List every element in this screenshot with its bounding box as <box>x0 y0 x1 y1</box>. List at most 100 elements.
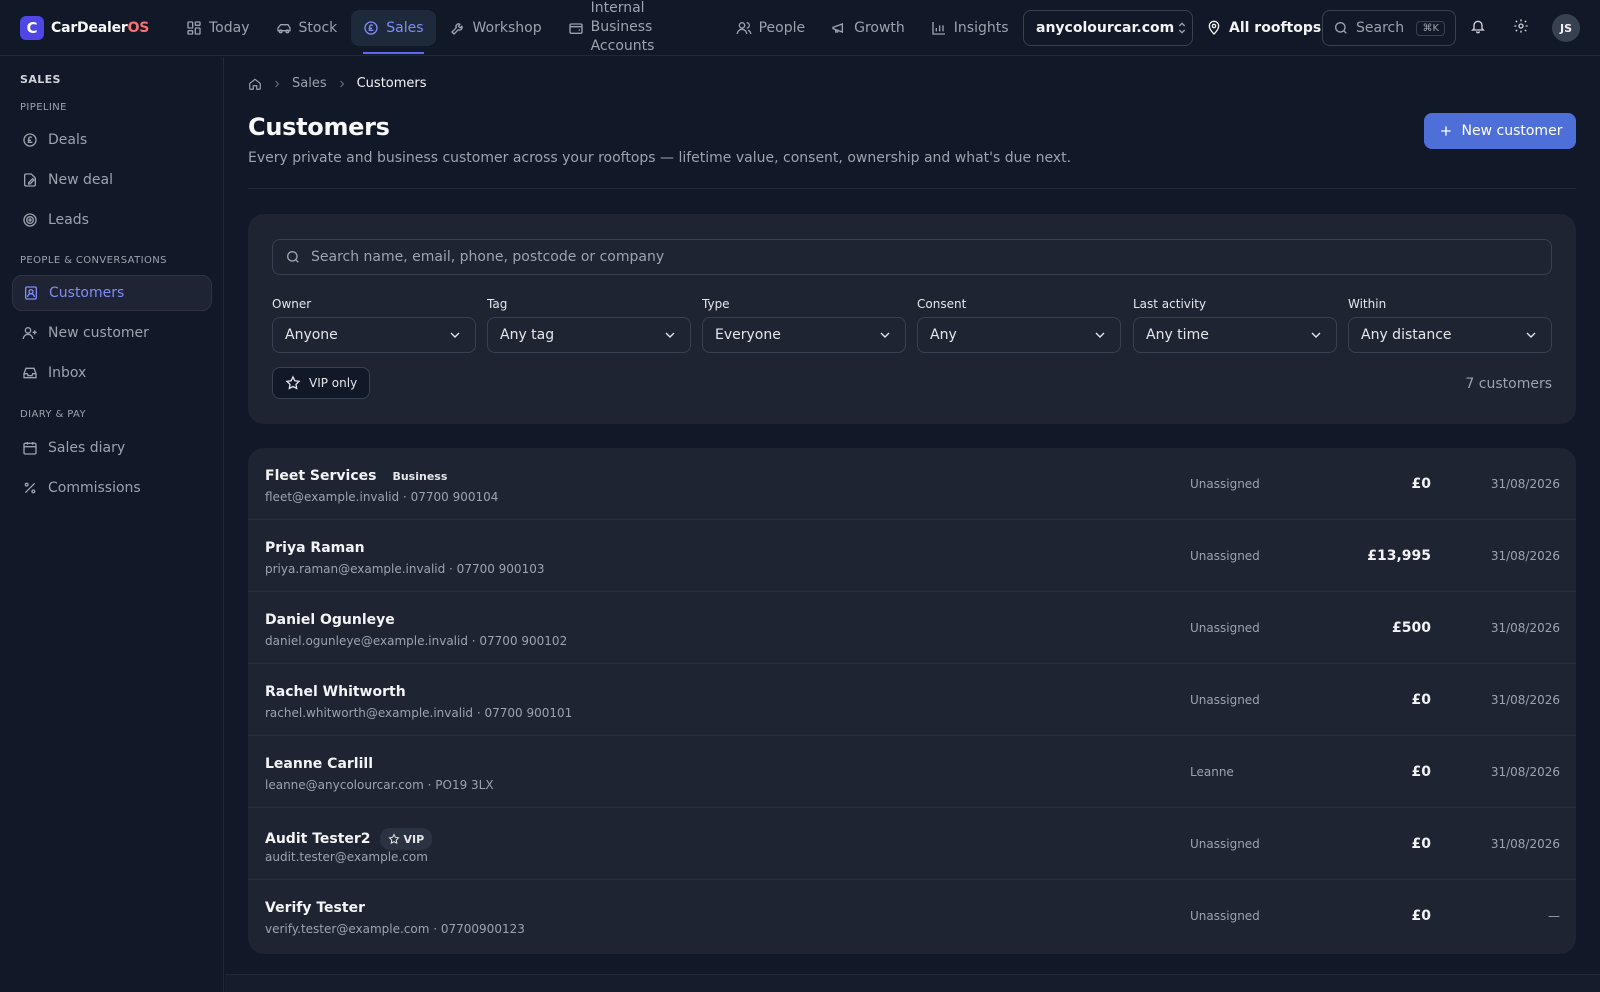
customer-date: 31/08/2026 <box>1490 549 1560 563</box>
filter-within: Within Any distance <box>1348 297 1552 353</box>
customer-contact: priya.raman@example.invalid · 07700 9001… <box>265 562 545 576</box>
customer-contact: rachel.whitworth@example.invalid · 07700… <box>265 706 573 720</box>
nav-today[interactable]: Today <box>174 10 262 46</box>
customer-count: 7 customers <box>1465 376 1552 392</box>
search-placeholder: Search name, email, phone, postcode or c… <box>311 249 665 265</box>
star-icon <box>285 375 301 391</box>
customer-row[interactable]: Daniel Ogunleye daniel.ogunleye@example.… <box>248 592 1576 664</box>
chevron-down-icon <box>447 327 463 343</box>
calendar-icon <box>22 440 38 456</box>
nav-stock[interactable]: Stock <box>264 10 350 46</box>
inbox-icon <box>22 365 38 381</box>
pound-circle-icon <box>22 132 38 148</box>
customer-owner: Leanne <box>1190 765 1234 779</box>
nav-internal-business-accounts[interactable]: Internal Business Accounts <box>556 0 722 54</box>
divider <box>248 188 1576 189</box>
filter-panel: Search name, email, phone, postcode or c… <box>248 214 1576 424</box>
customer-search-input[interactable]: Search name, email, phone, postcode or c… <box>272 239 1552 275</box>
sidebar-item-new-deal[interactable]: New deal <box>12 162 212 198</box>
chevron-up-down-icon <box>1174 20 1190 36</box>
vip-only-toggle[interactable]: VIP only <box>272 367 371 399</box>
edit-document-icon <box>22 172 38 188</box>
type-select[interactable]: Everyone <box>702 317 906 353</box>
site-select[interactable]: anycolourcar.com <box>1023 10 1193 46</box>
brand[interactable]: C CarDealerOS <box>20 15 152 40</box>
customer-name: Daniel Ogunleye <box>265 612 395 628</box>
customer-name: Priya Raman <box>265 540 365 556</box>
map-pin-icon <box>1206 20 1222 36</box>
home-icon[interactable] <box>248 77 262 91</box>
chevron-right-icon <box>336 78 348 90</box>
bell-icon[interactable] <box>1470 18 1486 34</box>
target-icon <box>22 212 38 228</box>
sidebar-section-people: PEOPLE & CONVERSATIONS <box>20 255 167 266</box>
brand-name: CarDealerOS <box>51 19 150 36</box>
new-customer-button[interactable]: New customer <box>1424 113 1576 149</box>
customer-date: 31/08/2026 <box>1490 837 1560 851</box>
customer-row[interactable]: Verify Tester verify.tester@example.com … <box>248 880 1576 952</box>
chevron-down-icon <box>877 327 893 343</box>
filter-last-activity: Last activity Any time <box>1133 297 1337 353</box>
customer-lifetime-value: £0 <box>1411 764 1431 780</box>
sidebar-item-sales-diary[interactable]: Sales diary <box>12 430 212 466</box>
dashboard-icon <box>186 20 202 36</box>
gear-icon[interactable] <box>1513 18 1529 34</box>
sidebar-item-inbox[interactable]: Inbox <box>12 355 212 391</box>
customer-lifetime-value: £0 <box>1411 692 1431 708</box>
customer-row[interactable]: Audit Tester2 VIP audit.tester@example.c… <box>248 808 1576 880</box>
nav-people[interactable]: People <box>724 10 818 46</box>
customer-date: 31/08/2026 <box>1490 693 1560 707</box>
sidebar-item-leads[interactable]: Leads <box>12 202 212 238</box>
sidebar-item-deals[interactable]: Deals <box>12 122 212 158</box>
nav-insights[interactable]: Insights <box>919 10 1021 46</box>
chevron-down-icon <box>1308 327 1324 343</box>
customer-owner: Unassigned <box>1190 909 1260 923</box>
owner-select[interactable]: Anyone <box>272 317 476 353</box>
sidebar: SALES PIPELINE Deals New deal Leads PEOP… <box>0 57 224 992</box>
customer-lifetime-value: £500 <box>1392 620 1431 636</box>
page-title: Customers <box>248 113 390 141</box>
customer-date: 31/08/2026 <box>1490 621 1560 635</box>
breadcrumb-current: Customers <box>356 76 427 91</box>
customer-list: Fleet Services Business fleet@example.in… <box>248 448 1576 954</box>
chevron-right-icon <box>271 78 283 90</box>
global-search-button[interactable]: Search ⌘K <box>1322 10 1456 46</box>
pound-circle-icon <box>363 20 379 36</box>
car-icon <box>276 20 292 36</box>
customer-row[interactable]: Leanne Carlill leanne@anycolourcar.com ·… <box>248 736 1576 808</box>
sidebar-item-customers[interactable]: Customers <box>12 275 212 311</box>
customer-owner: Unassigned <box>1190 693 1260 707</box>
last-activity-select[interactable]: Any time <box>1133 317 1337 353</box>
bar-chart-icon <box>931 20 947 36</box>
sidebar-title: SALES <box>20 73 61 86</box>
customer-lifetime-value: £0 <box>1411 476 1431 492</box>
chevron-down-icon <box>662 327 678 343</box>
customer-owner: Unassigned <box>1190 549 1260 563</box>
nav-workshop[interactable]: Workshop <box>438 10 554 46</box>
customer-row[interactable]: Priya Raman priya.raman@example.invalid … <box>248 520 1576 592</box>
nav-sales[interactable]: Sales <box>351 9 436 54</box>
filter-label: Tag <box>487 297 508 311</box>
breadcrumb-sales[interactable]: Sales <box>292 76 327 91</box>
customer-row[interactable]: Rachel Whitworth rachel.whitworth@exampl… <box>248 664 1576 736</box>
consent-select[interactable]: Any <box>917 317 1121 353</box>
customer-date: — <box>1548 909 1560 923</box>
tag-select[interactable]: Any tag <box>487 317 691 353</box>
sidebar-item-new-customer[interactable]: New customer <box>12 315 212 351</box>
nav-growth[interactable]: Growth <box>819 10 917 46</box>
filter-label: Within <box>1348 297 1387 311</box>
megaphone-icon <box>831 20 847 36</box>
filter-type: Type Everyone <box>702 297 906 353</box>
user-avatar[interactable]: JS <box>1552 14 1580 42</box>
customer-contact: leanne@anycolourcar.com · PO19 3LX <box>265 778 494 792</box>
customer-owner: Unassigned <box>1190 837 1260 851</box>
within-select[interactable]: Any distance <box>1348 317 1552 353</box>
customer-name: Verify Tester <box>265 900 365 916</box>
chevron-down-icon <box>1523 327 1539 343</box>
customer-row[interactable]: Fleet Services Business fleet@example.in… <box>248 448 1576 520</box>
sidebar-item-commissions[interactable]: Commissions <box>12 470 212 506</box>
search-icon <box>285 249 301 265</box>
rooftops-selector[interactable]: All rooftops <box>1206 10 1321 46</box>
customer-name: Fleet Services Business <box>265 468 448 484</box>
vip-badge: VIP <box>379 828 433 850</box>
